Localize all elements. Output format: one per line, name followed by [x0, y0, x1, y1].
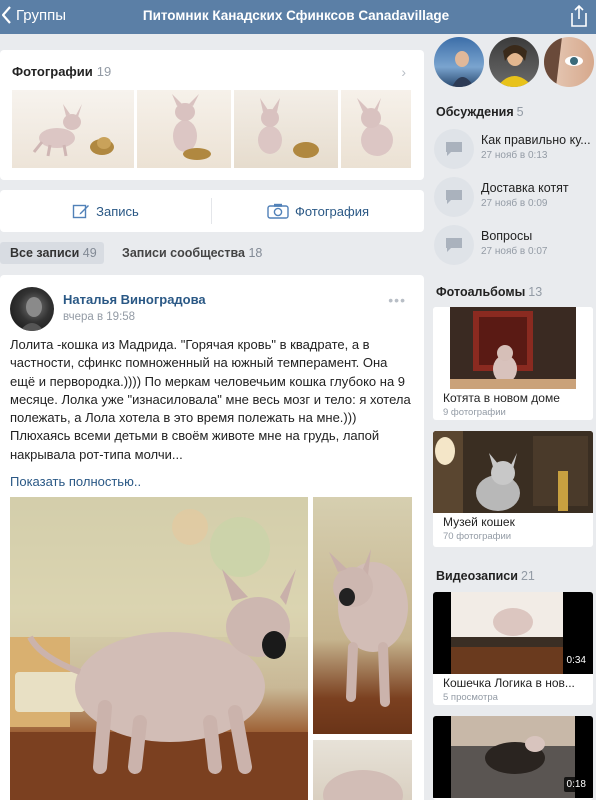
back-label: Группы — [16, 6, 66, 24]
show-more-link[interactable]: Показать полностью.. — [10, 474, 141, 489]
pencil-icon — [72, 204, 90, 219]
album-cover — [433, 307, 593, 389]
album-card[interactable]: Музей кошек 70 фотографии — [433, 431, 593, 547]
post-photo[interactable] — [10, 497, 308, 800]
tab-all-posts[interactable]: Все записи 49 — [0, 242, 104, 264]
albums-label: Фотоальбомы — [436, 285, 526, 299]
speech-bubble-icon — [434, 177, 474, 217]
photo-thumb[interactable] — [12, 90, 134, 168]
video-duration: 0:34 — [563, 653, 589, 668]
video-duration: 0:18 — [563, 777, 589, 792]
discussions-header[interactable]: Обсуждения 5 — [436, 105, 524, 119]
albums-header[interactable]: Фотоальбомы 13 — [436, 285, 542, 299]
new-photo-button[interactable]: Фотография — [212, 190, 424, 232]
photos-header[interactable]: Фотографии 19 — [12, 64, 111, 79]
album-cover — [433, 431, 593, 513]
albums-count: 13 — [528, 285, 543, 299]
discussion-item[interactable]: Как правильно ку... 27 нояб в 0:13 — [434, 129, 594, 169]
videos-header[interactable]: Видеозаписи 21 — [436, 569, 535, 583]
album-title: Котята в новом доме — [443, 391, 560, 405]
discussion-item[interactable]: Доставка котят 27 нояб в 0:09 — [434, 177, 594, 217]
discussion-date: 27 нояб в 0:07 — [481, 246, 548, 257]
member-avatar[interactable] — [489, 37, 539, 87]
share-button[interactable] — [570, 4, 588, 33]
discussion-title: Как правильно ку... — [481, 133, 591, 147]
photos-label: Фотографии — [12, 64, 93, 79]
new-photo-label: Фотография — [294, 203, 370, 219]
discussions-label: Обсуждения — [436, 105, 514, 119]
post-time: вчера в 19:58 — [63, 311, 136, 323]
discussion-title: Вопросы — [481, 229, 533, 243]
album-card[interactable]: Котята в новом доме 9 фотографии — [433, 307, 593, 420]
album-count: 70 фотографии — [443, 531, 512, 542]
page-title: Питомник Канадских Сфинксов Canadavillag… — [142, 8, 450, 23]
photos-card: Фотографии 19 › — [0, 50, 424, 180]
chevron-right-icon[interactable]: › — [401, 64, 406, 80]
tab-community-label: Записи сообщества — [122, 246, 245, 260]
post-text: Лолита -кошка из Мадрида. "Горячая кровь… — [10, 337, 411, 462]
discussion-date: 27 нояб в 0:09 — [481, 198, 548, 209]
album-title: Музей кошек — [443, 515, 515, 529]
post-actions-bar: Запись Фотография — [0, 190, 424, 232]
post-author[interactable]: Наталья Виноградова — [63, 292, 206, 307]
member-avatar[interactable] — [544, 37, 594, 87]
photos-count: 19 — [96, 64, 112, 79]
album-count: 9 фотографии — [443, 407, 506, 418]
wall-post: Наталья Виноградова вчера в 19:58 ••• Ло… — [0, 275, 424, 800]
ellipsis-icon[interactable]: ••• — [388, 292, 406, 308]
video-thumbnail: 0:34 — [433, 592, 593, 674]
post-photo[interactable] — [313, 740, 412, 800]
new-post-label: Запись — [96, 203, 139, 219]
new-post-button[interactable]: Запись — [0, 190, 211, 232]
photo-thumb[interactable] — [341, 90, 411, 168]
avatar[interactable] — [10, 287, 54, 331]
camera-icon — [267, 203, 289, 219]
tab-community-posts[interactable]: Записи сообщества 18 — [122, 246, 262, 260]
video-card[interactable]: 0:34 Кошечка Логика в нов... 5 просмотра — [433, 592, 593, 705]
back-button[interactable]: Группы — [2, 6, 66, 24]
video-views: 5 просмотра — [443, 692, 498, 703]
discussions-count: 5 — [516, 105, 524, 119]
speech-bubble-icon — [434, 129, 474, 169]
share-icon — [571, 4, 587, 27]
discussion-item[interactable]: Вопросы 27 нояб в 0:07 — [434, 225, 594, 265]
videos-count: 21 — [520, 569, 535, 583]
member-avatar[interactable] — [434, 37, 484, 87]
video-card[interactable]: 0:18 — [433, 716, 593, 800]
videos-label: Видеозаписи — [436, 569, 518, 583]
photo-thumb[interactable] — [137, 90, 231, 168]
video-title: Кошечка Логика в нов... — [443, 676, 575, 690]
discussion-title: Доставка котят — [481, 181, 569, 195]
post-photo[interactable] — [313, 497, 412, 734]
tab-community-count: 18 — [248, 246, 263, 260]
chevron-left-icon — [2, 6, 11, 24]
photo-thumb[interactable] — [234, 90, 338, 168]
tab-all-label: Все записи — [10, 246, 80, 260]
video-thumbnail: 0:18 — [433, 716, 593, 798]
speech-bubble-icon — [434, 225, 474, 265]
tab-all-count: 49 — [82, 246, 97, 260]
top-bar: Группы Питомник Канадских Сфинксов Canad… — [0, 0, 596, 34]
discussion-date: 27 нояб в 0:13 — [481, 150, 548, 161]
